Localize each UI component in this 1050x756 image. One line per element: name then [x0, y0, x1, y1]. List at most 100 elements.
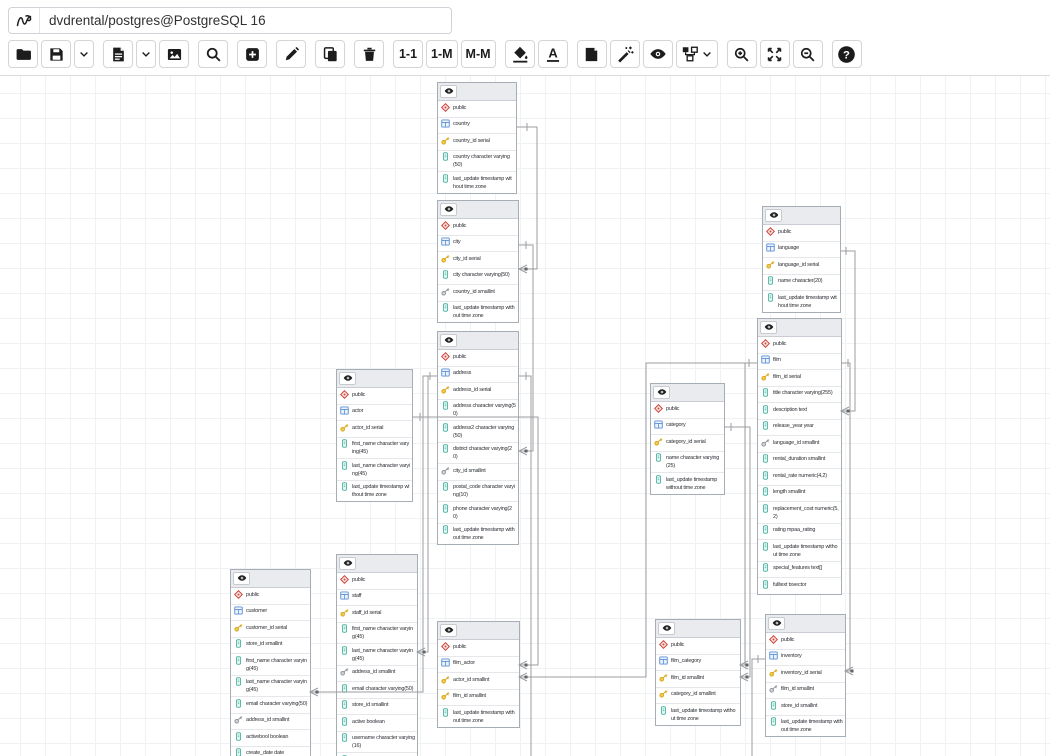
pk-icon — [441, 136, 450, 148]
auto-align-button[interactable] — [610, 40, 640, 68]
button-label: M-M — [466, 47, 491, 61]
table-header — [438, 332, 518, 350]
col-icon — [654, 453, 663, 465]
download-image-button[interactable] — [159, 40, 189, 68]
text-color-button[interactable]: A — [538, 40, 568, 68]
toggle-details-button[interactable] — [339, 557, 356, 570]
fk-icon — [769, 684, 778, 696]
table-name-row: address — [438, 367, 518, 384]
cardinality-notation-button[interactable] — [676, 40, 718, 68]
column-row: address_id smallint — [337, 666, 417, 683]
delete-icon — [361, 46, 378, 63]
table-name-row: category — [651, 419, 724, 436]
save-menu-button[interactable] — [74, 40, 94, 68]
connection-title-input[interactable] — [40, 8, 451, 33]
column-row: last_update timestamp without time zone — [438, 524, 518, 545]
table-node-category[interactable]: publiccategorycategory_id serialname cha… — [650, 383, 725, 495]
table-name-row: actor — [337, 405, 412, 422]
drop-table-button[interactable] — [354, 40, 384, 68]
column-text: create_date date — [246, 749, 308, 756]
column-text: address character varying(50) — [453, 402, 516, 419]
table-node-address[interactable]: publicaddressaddress_id serialaddress ch… — [437, 331, 519, 545]
table-header — [231, 570, 310, 588]
tbl-icon — [441, 658, 450, 670]
schema-name: public — [778, 227, 838, 236]
toggle-details-button[interactable] — [440, 203, 457, 216]
table-node-film[interactable]: publicfilmfilm_id serialtitle character … — [757, 318, 842, 595]
table-header — [763, 207, 840, 225]
add-note-button[interactable] — [577, 40, 607, 68]
toggle-details-button[interactable] — [440, 624, 457, 637]
pk-icon — [654, 437, 663, 449]
edit-table-button[interactable] — [276, 40, 306, 68]
tbl-icon — [340, 591, 349, 603]
column-text: replacement_cost numeric(5,2) — [773, 504, 839, 521]
table-node-language[interactable]: publiclanguagelanguage_id serialname cha… — [762, 206, 841, 313]
zoom-in-button[interactable] — [727, 40, 757, 68]
sql-menu-button[interactable] — [136, 40, 156, 68]
erd-canvas[interactable]: publiccountrycountry_id serialcountry ch… — [0, 76, 1050, 756]
table-node-city[interactable]: publiccitycity_id serialcity character v… — [437, 200, 519, 323]
table-header — [337, 370, 412, 388]
eye-icon — [444, 205, 454, 215]
one-to-one-button[interactable]: 1-1 — [393, 40, 423, 68]
column-text: city_id smallint — [453, 466, 516, 475]
col-icon — [761, 525, 770, 537]
schema-row: public — [758, 337, 841, 354]
table-node-inventory[interactable]: publicinventoryinventory_id serialfilm_i… — [765, 614, 846, 737]
col-icon — [234, 656, 243, 668]
many-to-many-button[interactable]: M-M — [461, 40, 496, 68]
column-row: film_id smallint — [656, 671, 740, 688]
add-table-button[interactable] — [237, 40, 267, 68]
fill-color-button[interactable] — [505, 40, 535, 68]
relationship-address-staff — [417, 376, 437, 656]
column-row: address_id smallint — [231, 714, 310, 731]
eye-icon — [769, 211, 779, 221]
schema-icon — [766, 227, 775, 239]
column-text: first_name character varying(45) — [352, 440, 410, 457]
schema-row: public — [438, 101, 516, 118]
column-row: activebool boolean — [231, 730, 310, 747]
toggle-details-button[interactable] — [440, 334, 457, 347]
show-details-button[interactable] — [643, 40, 673, 68]
column-row: last_name character varying(45) — [337, 459, 412, 481]
pk-icon — [761, 372, 770, 384]
image-icon — [166, 46, 183, 63]
eye-icon — [657, 388, 667, 398]
zoom-to-fit-button[interactable] — [760, 40, 790, 68]
table-node-film_actor[interactable]: publicfilm_actoractor_id smallintfilm_id… — [437, 621, 520, 728]
erd-scribble-icon — [9, 8, 40, 33]
table-node-actor[interactable]: publicactoractor_id serialfirst_name cha… — [336, 369, 413, 502]
save-project-button[interactable] — [41, 40, 71, 68]
toggle-details-button[interactable] — [765, 209, 782, 222]
clone-table-button[interactable] — [315, 40, 345, 68]
zoom-out-button[interactable] — [793, 40, 823, 68]
svg-text:A: A — [548, 46, 557, 61]
one-to-many-button[interactable]: 1-M — [426, 40, 458, 68]
table-node-customer[interactable]: publiccustomercustomer_id serialstore_id… — [230, 569, 311, 756]
column-text: active boolean — [352, 717, 415, 726]
toggle-details-button[interactable] — [440, 85, 457, 98]
toggle-details-button[interactable] — [760, 321, 777, 334]
column-text: email character varying(50) — [246, 699, 308, 708]
help-button[interactable]: ? — [832, 40, 862, 68]
open-project-button[interactable] — [8, 40, 38, 68]
chevron-down-icon — [140, 48, 152, 60]
schema-name: public — [352, 390, 410, 399]
toggle-details-button[interactable] — [653, 386, 670, 399]
relationship-city-address — [519, 241, 533, 455]
table-name-row: city — [438, 236, 518, 253]
col-icon — [441, 444, 450, 456]
schema-icon — [659, 640, 668, 652]
search-button[interactable] — [198, 40, 228, 68]
toggle-details-button[interactable] — [658, 622, 675, 635]
toggle-details-button[interactable] — [339, 372, 356, 385]
schema-icon — [441, 352, 450, 364]
toggle-details-button[interactable] — [768, 617, 785, 630]
table-node-film_category[interactable]: publicfilm_categoryfilm_id smallintcateg… — [655, 619, 741, 726]
generate-sql-button[interactable] — [103, 40, 133, 68]
table-node-country[interactable]: publiccountrycountry_id serialcountry ch… — [437, 82, 517, 194]
column-row: last_update timestamp without time zone — [656, 704, 740, 725]
table-node-staff[interactable]: publicstaffstaff_id serialfirst_name cha… — [336, 554, 418, 756]
toggle-details-button[interactable] — [233, 572, 250, 585]
